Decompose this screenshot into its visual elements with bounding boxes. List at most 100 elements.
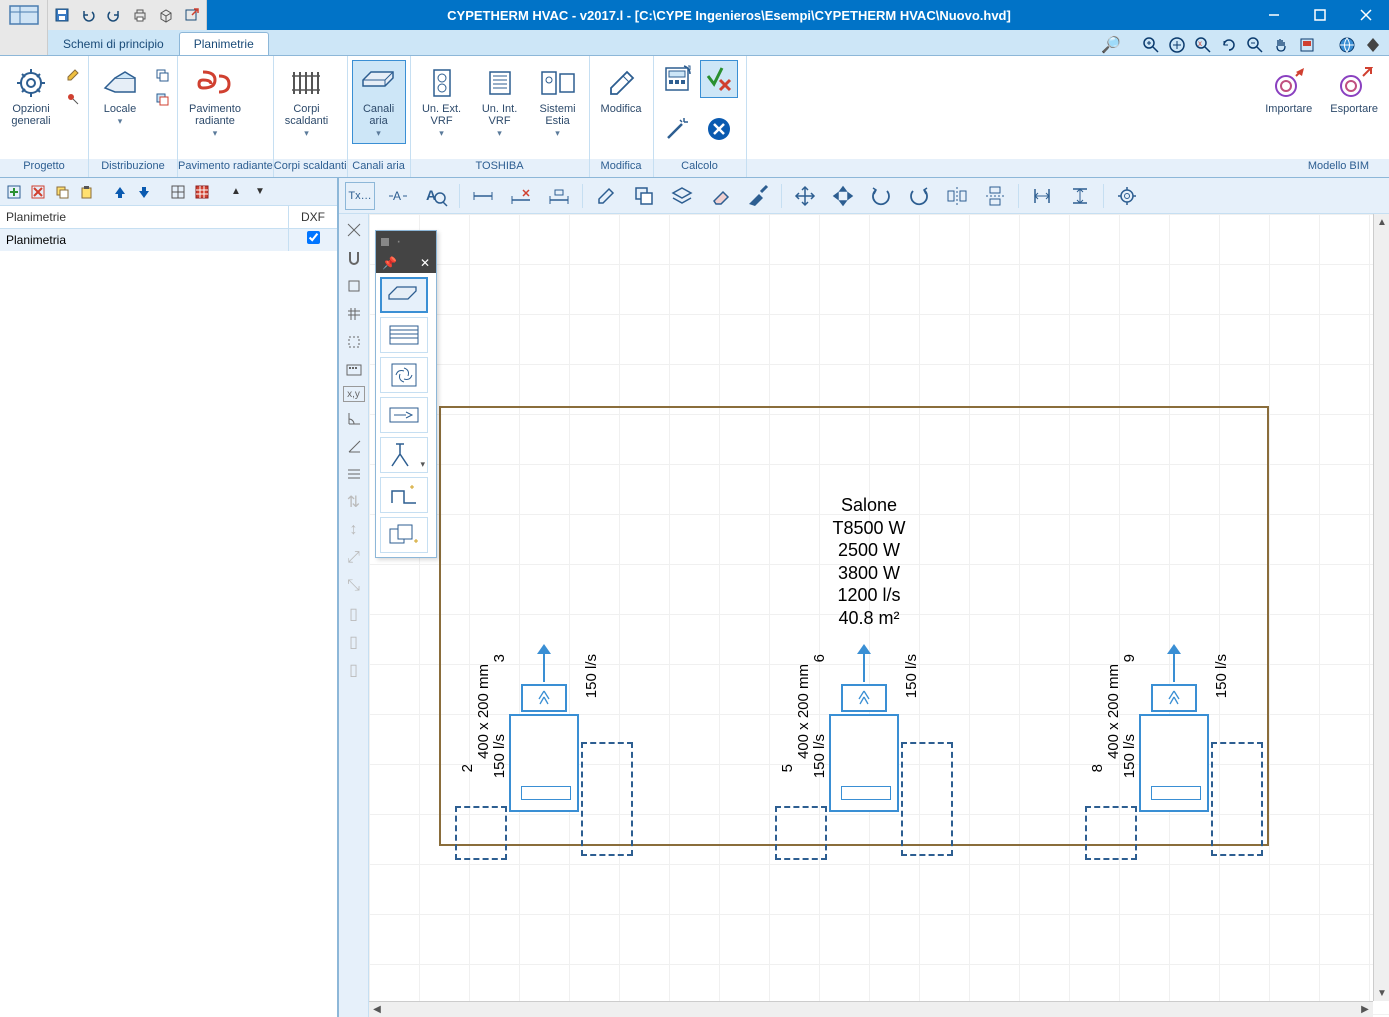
opzioni-generali-button[interactable]: Opzioni generali: [4, 60, 58, 132]
v4-icon[interactable]: ⤡: [342, 574, 366, 598]
undo-icon[interactable]: [78, 5, 98, 25]
calc-icon[interactable]: [658, 60, 696, 98]
v2-icon[interactable]: ↕: [342, 518, 366, 542]
box-icon[interactable]: [156, 5, 176, 25]
eraser-icon[interactable]: [705, 182, 735, 210]
wand-icon[interactable]: [658, 110, 696, 148]
un-int-vrf-button[interactable]: Un. Int. VRF ▾: [473, 60, 527, 144]
xy-icon[interactable]: x,y: [343, 386, 365, 402]
diffuser[interactable]: 8 400 x 200 mm 150 l/s 9 150 l/s: [1139, 714, 1209, 812]
text-tool-icon[interactable]: Tx…: [345, 182, 375, 210]
binoculars-icon[interactable]: 🔎: [1101, 35, 1121, 55]
floating-tool-palette[interactable]: · 📌✕ ▾: [375, 230, 437, 558]
crossed-tool-icon[interactable]: [342, 218, 366, 242]
move-up-icon[interactable]: [110, 182, 130, 202]
v6-icon[interactable]: ▯: [342, 630, 366, 654]
magnet-icon[interactable]: [342, 246, 366, 270]
move-cross-icon[interactable]: [790, 182, 820, 210]
add-icon[interactable]: [4, 182, 24, 202]
close-button[interactable]: [1343, 0, 1389, 30]
move-text-icon[interactable]: A: [383, 182, 413, 210]
move-arrows-icon[interactable]: [828, 182, 858, 210]
pan-icon[interactable]: [1271, 35, 1291, 55]
rotate-ccw-icon[interactable]: [866, 182, 896, 210]
modifica-button[interactable]: Modifica: [594, 60, 649, 120]
vertical-scrollbar[interactable]: ▲ ▼: [1373, 214, 1389, 1001]
help-icon[interactable]: [1363, 35, 1383, 55]
print-view-icon[interactable]: [1297, 35, 1317, 55]
swirl-tool-icon[interactable]: [380, 357, 428, 393]
side-row-planimetria[interactable]: Planimetria: [0, 229, 337, 251]
settings-gear-icon[interactable]: [1112, 182, 1142, 210]
copy2-small-icon[interactable]: [151, 88, 173, 110]
angle2-icon[interactable]: [342, 434, 366, 458]
tab-planimetrie[interactable]: Planimetrie: [179, 32, 269, 55]
copy-small-icon[interactable]: [151, 64, 173, 86]
redo-icon[interactable]: [104, 5, 124, 25]
esportare-button[interactable]: Esportare: [1323, 60, 1385, 120]
brush-icon[interactable]: [743, 182, 773, 210]
zoom-out-icon[interactable]: x: [1193, 35, 1213, 55]
dim-h-icon[interactable]: [468, 182, 498, 210]
diffuser[interactable]: 5 400 x 200 mm 150 l/s 6 150 l/s: [829, 714, 899, 812]
grid-icon[interactable]: [342, 302, 366, 326]
pin-icon[interactable]: 📌: [382, 256, 397, 270]
mirror-v-icon[interactable]: [980, 182, 1010, 210]
duct-tool-icon[interactable]: [380, 277, 428, 313]
dxf-checkbox[interactable]: [307, 231, 320, 244]
importare-button[interactable]: Importare: [1258, 60, 1319, 120]
pencil-icon[interactable]: [591, 182, 621, 210]
zoom-in-icon[interactable]: [1141, 35, 1161, 55]
search-text-icon[interactable]: A: [421, 182, 451, 210]
paste-icon[interactable]: [76, 182, 96, 202]
sistemi-estia-button[interactable]: Sistemi Estia ▾: [531, 60, 585, 144]
dim-box-icon[interactable]: [544, 182, 574, 210]
angle-icon[interactable]: [342, 406, 366, 430]
corpi-scaldanti-button[interactable]: Corpi scaldanti ▾: [278, 60, 335, 144]
minimize-button[interactable]: [1251, 0, 1297, 30]
grille-tool-icon[interactable]: [380, 317, 428, 353]
wand-copy-icon[interactable]: [380, 517, 428, 553]
align-v-icon[interactable]: [1027, 182, 1057, 210]
zoom-extents-icon[interactable]: [1167, 35, 1187, 55]
move-down-icon[interactable]: [134, 182, 154, 202]
print-icon[interactable]: [130, 5, 150, 25]
copy-tool-icon[interactable]: [629, 182, 659, 210]
un-ext-vrf-button[interactable]: Un. Ext. VRF ▾: [415, 60, 469, 144]
pin-small-icon[interactable]: [62, 88, 84, 110]
diffuser[interactable]: 2 400 x 200 mm 150 l/s 3 150 l/s: [509, 714, 579, 812]
drawing-canvas[interactable]: · 📌✕ ▾ Salone: [369, 214, 1389, 1017]
up-tri-icon[interactable]: ▲: [226, 182, 246, 202]
v1-icon[interactable]: ⇅: [342, 490, 366, 514]
wand-route-icon[interactable]: [380, 477, 428, 513]
v3-icon[interactable]: ⤢: [342, 546, 366, 570]
save-icon[interactable]: [52, 5, 72, 25]
zoom-minus-icon[interactable]: [1245, 35, 1265, 55]
horizontal-scrollbar[interactable]: ◀ ▶: [369, 1001, 1373, 1017]
dim-del-icon[interactable]: [506, 182, 536, 210]
v7-icon[interactable]: ▯: [342, 658, 366, 682]
align-h-icon[interactable]: [1065, 182, 1095, 210]
mirror-h-icon[interactable]: [942, 182, 972, 210]
palette-close-icon[interactable]: ✕: [420, 256, 430, 270]
globe-icon[interactable]: [1337, 35, 1357, 55]
layers-icon[interactable]: [667, 182, 697, 210]
locale-button[interactable]: Locale ▾: [93, 60, 147, 132]
refresh-icon[interactable]: [1219, 35, 1239, 55]
cancel-blue-icon[interactable]: [700, 110, 738, 148]
grid2-icon[interactable]: [192, 182, 212, 202]
pavimento-radiante-button[interactable]: Pavimento radiante ▾: [182, 60, 248, 144]
edit-small-icon[interactable]: [62, 64, 84, 86]
list-icon[interactable]: [342, 462, 366, 486]
tab-schemi[interactable]: Schemi di principio: [48, 32, 179, 55]
down-tri-icon[interactable]: ▼: [250, 182, 270, 202]
copy-icon[interactable]: [52, 182, 72, 202]
dashed-square-icon[interactable]: [342, 330, 366, 354]
delete-icon[interactable]: [28, 182, 48, 202]
export-window-icon[interactable]: [182, 5, 202, 25]
canali-aria-button[interactable]: Canali aria ▾: [352, 60, 406, 144]
branch-tool-icon[interactable]: ▾: [380, 437, 428, 473]
grid1-icon[interactable]: [168, 182, 188, 202]
square-icon[interactable]: [342, 274, 366, 298]
app-menu-button[interactable]: [0, 0, 48, 30]
